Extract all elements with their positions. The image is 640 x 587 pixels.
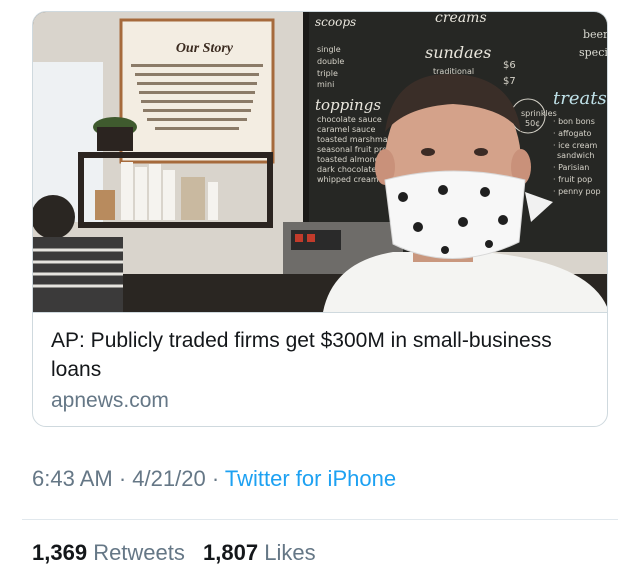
svg-text:creams: creams	[435, 12, 487, 26]
link-preview-image[interactable]: Our Story scoops creams sundaes toppings…	[33, 12, 608, 312]
svg-text:treats: treats	[553, 88, 607, 109]
svg-text:beer: beer	[583, 28, 608, 41]
retweets-stat[interactable]: 1,369 Retweets	[32, 540, 185, 566]
separator: ·	[118, 466, 127, 491]
svg-text:· bon bons: · bon bons	[553, 117, 595, 126]
svg-text:50¢: 50¢	[525, 119, 540, 128]
svg-text:caramel sauce: caramel sauce	[317, 125, 376, 134]
svg-text:chocolate sauce: chocolate sauce	[317, 115, 382, 124]
tweet-metadata: 6:43 AM · 4/21/20 · Twitter for iPhone	[32, 466, 396, 492]
svg-text:· penny pop: · penny pop	[553, 187, 601, 196]
separator: ·	[211, 466, 220, 491]
svg-text:sandwich: sandwich	[557, 151, 594, 160]
svg-text:special: special	[579, 46, 608, 59]
svg-text:· Parisian: · Parisian	[553, 163, 589, 172]
svg-text:toasted almonds: toasted almonds	[317, 155, 384, 164]
svg-text:sundaes: sundaes	[425, 43, 491, 62]
link-preview-card[interactable]: Our Story scoops creams sundaes toppings…	[32, 11, 608, 427]
svg-text:mini: mini	[317, 80, 334, 89]
svg-text:$6: $6	[503, 60, 516, 71]
link-domain: apnews.com	[51, 389, 169, 412]
svg-text:single: single	[317, 45, 341, 54]
retweets-count: 1,369	[32, 540, 88, 565]
likes-label: Likes	[264, 540, 316, 565]
svg-text:$7: $7	[503, 76, 516, 87]
tweet-source-link[interactable]: Twitter for iPhone	[225, 466, 396, 491]
svg-text:toppings: toppings	[315, 96, 381, 114]
svg-text:double: double	[317, 57, 344, 66]
tweet-time[interactable]: 6:43 AM	[32, 466, 113, 491]
tweet-date[interactable]: 4/21/20	[132, 466, 205, 491]
retweets-label: Retweets	[93, 540, 185, 565]
engagement-stats: 1,369 Retweets 1,807 Likes	[32, 540, 328, 566]
link-title[interactable]: AP: Publicly traded firms get $300M in s…	[51, 326, 591, 384]
link-preview-text[interactable]: AP: Publicly traded firms get $300M in s…	[33, 312, 607, 426]
divider	[22, 519, 618, 520]
svg-text:sprinkles: sprinkles	[521, 109, 557, 118]
svg-text:scoops: scoops	[315, 15, 356, 29]
svg-text:· affogato: · affogato	[553, 129, 592, 138]
svg-text:· ice cream: · ice cream	[553, 141, 598, 150]
likes-stat[interactable]: 1,807 Likes	[203, 540, 316, 566]
likes-count: 1,807	[203, 540, 259, 565]
svg-text:triple: triple	[317, 69, 338, 78]
sign-heading: Our Story	[176, 41, 234, 56]
svg-text:· fruit pop: · fruit pop	[553, 175, 592, 184]
svg-text:whipped cream: whipped cream	[317, 175, 379, 184]
